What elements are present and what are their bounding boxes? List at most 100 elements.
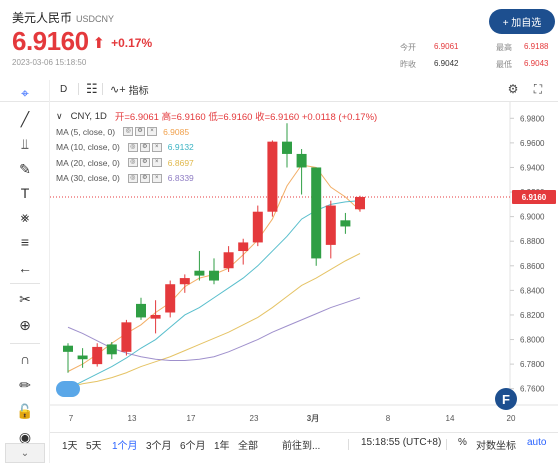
toolbar-divider — [102, 83, 103, 95]
visibility-icon[interactable]: ◎ — [127, 158, 138, 168]
candle-body — [136, 303, 146, 318]
ma-legend-row: MA (20, close, 0) ◎ ⚙ × 6.8697 — [56, 155, 377, 171]
indicators-icon: ∿+ — [110, 83, 126, 96]
zoom-in-icon[interactable]: ⊕ — [16, 316, 34, 334]
settings-icon[interactable]: ⚙ — [139, 142, 150, 152]
sidebar-divider — [10, 343, 40, 344]
candle-body — [325, 205, 336, 245]
x-tick-label: 20 — [507, 414, 516, 423]
range-button[interactable]: 3个月 — [146, 437, 172, 452]
price-change: +0.17% — [111, 36, 153, 50]
y-tick-label: 6.8400 — [520, 286, 545, 295]
y-tick-label: 6.8000 — [520, 336, 545, 345]
pitchfork-icon[interactable]: ⫫ — [16, 135, 34, 153]
candle-body — [252, 211, 263, 243]
chart-legend: ∨ CNY, 1D 开=6.9061 高=6.9160 低=6.9160 收=6… — [56, 108, 377, 186]
range-button[interactable]: 1年 — [214, 437, 230, 452]
x-tick-label: 17 — [187, 414, 196, 423]
remove-icon[interactable]: × — [151, 142, 162, 152]
percent-scale-button[interactable]: % — [458, 437, 467, 448]
trend-line-icon[interactable]: ╱ — [16, 110, 34, 128]
last-price: 6.9160 — [12, 26, 89, 56]
interval-button[interactable]: D — [60, 80, 67, 98]
settings-icon[interactable]: ⚙ — [135, 127, 146, 137]
visibility-icon[interactable]: ◎ — [127, 173, 138, 183]
open-value: 6.9061 — [434, 42, 459, 51]
y-tick-label: 6.9000 — [520, 213, 545, 222]
timezone-clock[interactable]: 15:18:55 (UTC+8) — [361, 437, 441, 448]
goto-date-button[interactable]: 前往到... — [282, 437, 320, 452]
brand-logo-icon: F — [495, 388, 517, 410]
ma-controls: ◎ ⚙ × — [123, 127, 158, 137]
candle-body — [355, 196, 365, 210]
pattern-icon[interactable]: ⨳ — [16, 208, 34, 226]
log-scale-button[interactable]: 对数坐标 — [476, 437, 516, 452]
ma-controls: ◎ ⚙ × — [127, 173, 162, 183]
ma-label: MA (20, close, 0) — [56, 157, 120, 168]
sidebar-divider — [10, 283, 40, 284]
indicators-button[interactable]: ∿+ 指标 — [110, 80, 149, 98]
candle-body — [121, 322, 132, 352]
range-button[interactable]: 6个月 — [180, 437, 206, 452]
price-row: 6.9160 ⬆ +0.17% — [12, 26, 152, 57]
measure-icon[interactable]: ≡ — [16, 233, 34, 251]
settings-icon[interactable]: ⚙ — [139, 158, 150, 168]
lock-drawing-icon[interactable]: ✏ — [16, 376, 34, 394]
remove-icon[interactable]: × — [151, 173, 162, 183]
visibility-icon[interactable]: ◎ — [123, 127, 134, 137]
drawing-tools-sidebar: ⌖ ╱ ⫫ ✎ T ⨳ ≡ ← ✂ ⊕ ∩ ✏ 🔓 ◉ — [0, 80, 50, 463]
range-button[interactable]: 1天 — [62, 437, 78, 452]
ma-controls: ◎ ⚙ × — [127, 142, 162, 152]
range-button[interactable]: 全部 — [238, 437, 258, 452]
goto-label: 前往到... — [282, 441, 321, 452]
lock-icon[interactable]: 🔓 — [16, 402, 34, 420]
auto-scale-button[interactable]: auto — [527, 437, 546, 448]
x-tick-label: 3月 — [307, 414, 319, 423]
ma-controls: ◎ ⚙ × — [127, 158, 162, 168]
ruler-icon[interactable]: ✂ — [16, 290, 34, 308]
range-button[interactable]: 5天 — [86, 437, 102, 452]
settings-icon[interactable]: ⚙ — [139, 173, 150, 183]
cloud-icon[interactable] — [56, 381, 80, 397]
y-tick-label: 6.7600 — [520, 385, 545, 394]
open-label: 今开 — [400, 43, 416, 52]
visibility-icon[interactable]: ◎ — [127, 142, 138, 152]
brush-icon[interactable]: ✎ — [16, 160, 34, 178]
y-tick-label: 6.9600 — [520, 139, 545, 148]
x-tick-label: 14 — [446, 414, 455, 423]
y-tick-label: 6.9400 — [520, 163, 545, 172]
instrument-title: 美元人民币 USDCNY — [12, 9, 114, 26]
remove-icon[interactable]: × — [151, 158, 162, 168]
candle-type-icon[interactable]: ☷ — [86, 80, 98, 98]
indicators-label: 指标 — [128, 85, 149, 97]
ma-legend-row: MA (10, close, 0) ◎ ⚙ × 6.9132 — [56, 140, 377, 156]
crosshair-icon[interactable]: ⌖ — [16, 84, 34, 102]
collapse-toggle-icon[interactable]: ⌄ — [5, 443, 45, 463]
collapse-legend-icon[interactable]: ∨ — [56, 111, 63, 122]
arrow-left-icon[interactable]: ← — [16, 259, 34, 277]
legend-ohlc: 开=6.9061 高=6.9160 低=6.9160 收=6.9160 +0.0… — [114, 112, 378, 123]
candle-body — [165, 284, 176, 313]
range-button[interactable]: 1个月 — [112, 437, 138, 452]
candle-body — [209, 270, 219, 281]
low-label: 最低 — [496, 60, 512, 69]
fullscreen-icon[interactable]: ⛶ — [530, 80, 546, 98]
settings-gear-icon[interactable]: ⚙ — [505, 80, 521, 98]
candle-body — [238, 242, 249, 252]
candle-body — [77, 355, 88, 360]
quote-header: 美元人民币 USDCNY 6.9160 ⬆ +0.17% 2023-03-06 … — [0, 0, 558, 76]
candle-body — [92, 346, 103, 365]
magnet-icon[interactable]: ∩ — [16, 350, 34, 368]
range-divider — [348, 439, 349, 450]
candle-body — [150, 314, 161, 319]
candle-body — [106, 344, 117, 355]
candle-body — [179, 278, 190, 285]
text-tool-icon[interactable]: T — [16, 184, 34, 202]
remove-icon[interactable]: × — [147, 127, 158, 137]
add-watchlist-button[interactable]: + 加自选 — [489, 9, 555, 34]
y-tick-label: 6.8600 — [520, 262, 545, 271]
legend-main: ∨ CNY, 1D 开=6.9061 高=6.9160 低=6.9160 收=6… — [56, 108, 377, 124]
ma-label: MA (10, close, 0) — [56, 142, 120, 153]
low-value: 6.9043 — [524, 59, 549, 68]
y-tick-label: 6.8800 — [520, 237, 545, 246]
